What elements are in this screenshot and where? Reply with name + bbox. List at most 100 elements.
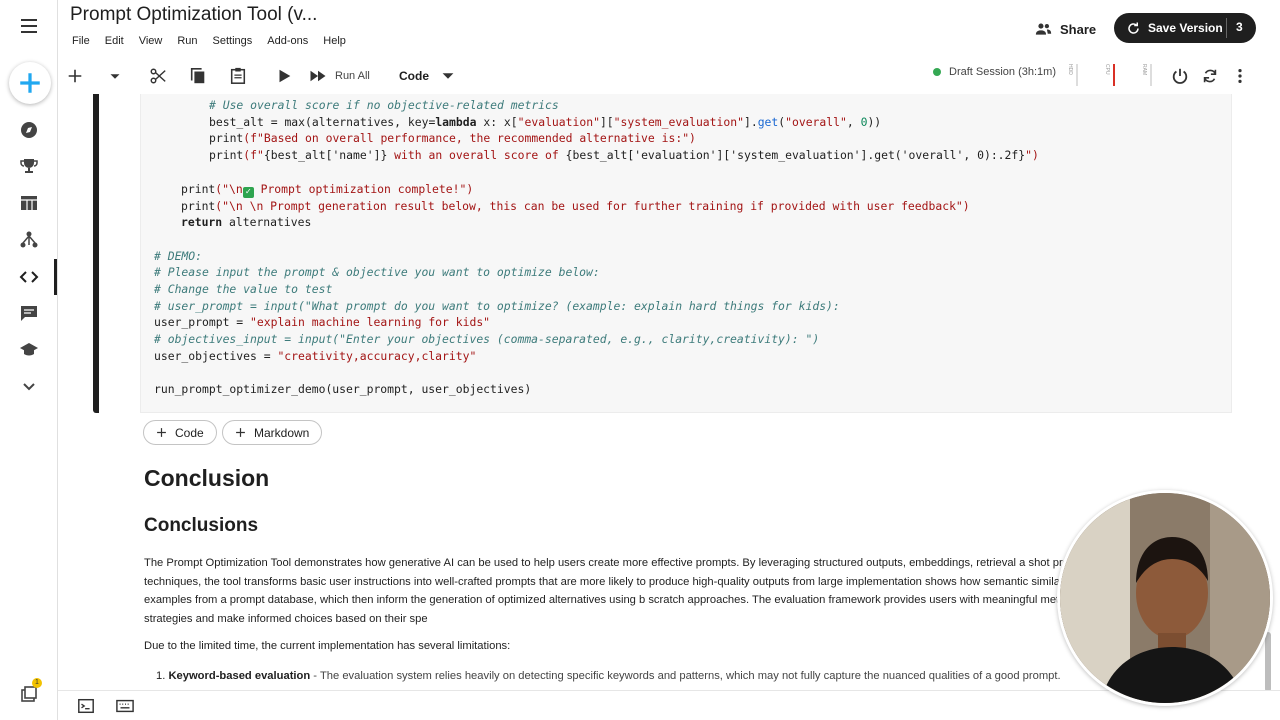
people-icon [1035,23,1052,35]
menu-file[interactable]: File [72,35,90,47]
add-cell-button[interactable] [66,62,84,90]
cut-button[interactable] [149,62,167,90]
add-code-cell-button[interactable]: Code [143,420,217,445]
cell-type-value: Code [399,69,429,83]
list-item-title: Keyword-based evaluation [168,670,311,682]
caret-down-icon [110,74,120,79]
restart-icon [1203,69,1217,83]
power-button[interactable] [1171,62,1189,90]
add-cell-dropdown[interactable] [106,62,124,90]
code-line: best_alt = max(alternatives, key=lambda … [209,114,882,129]
menu-bar: File Edit View Run Settings Add-ons Help [72,35,361,47]
conclusions-subheading: Conclusions [144,515,259,536]
conclusion-heading: Conclusion [144,465,270,491]
notebook-title[interactable]: Prompt Optimization Tool (v... [70,4,317,26]
fast-forward-icon [310,70,326,82]
learn-icon[interactable] [0,332,58,368]
code-line: # Change the value to test [154,282,333,297]
discussion-icon[interactable] [0,295,58,331]
check-emoji-icon: ✓ [242,186,254,198]
webcam-overlay [1057,490,1273,706]
hdd-label: HDD [1067,64,1073,75]
save-version-label: Save Version [1148,21,1223,35]
run-all-label: Run All [335,70,370,82]
code-line: # user_prompt = input("What prompt do yo… [154,298,840,313]
limitations-intro: Due to the limited time, the current imp… [144,640,511,652]
code-line: print(f"{best_alt['name']} with an overa… [209,148,1039,163]
terminal-icon [78,698,94,714]
paste-button[interactable] [229,62,247,90]
plus-icon [236,428,245,437]
menu-run[interactable]: Run [177,35,197,47]
share-label: Share [1060,21,1097,37]
divider [1226,18,1227,38]
keyboard-shortcuts-button[interactable] [116,697,134,720]
save-version-button[interactable]: Save Version 3 [1114,13,1256,43]
run-cell-button[interactable] [275,62,293,90]
session-status-label: Draft Session (3h:1m) [949,66,1056,78]
chevron-down-icon[interactable] [0,368,58,404]
cpu-label: CPU [1104,64,1110,75]
code-editor[interactable]: # Use overall score if no objective-rela… [154,97,1039,398]
hamburger-menu-icon[interactable] [0,8,58,44]
code-line: user_objectives = "creativity,accuracy,c… [154,348,477,363]
clipboard-icon [230,67,246,84]
scissors-icon [150,68,166,84]
restart-button[interactable] [1201,62,1219,90]
code-line: # objectives_input = input("Enter your o… [154,332,820,347]
code-icon[interactable] [0,259,58,295]
plus-icon [157,428,166,437]
hdd-meter[interactable]: HDD [1065,64,1078,88]
keyboard-icon [116,699,134,713]
add-code-label: Code [175,425,204,440]
code-line: # DEMO: [154,248,203,263]
table-icon[interactable] [0,185,58,221]
caret-down-icon [442,73,454,79]
console-button[interactable] [77,697,95,720]
menu-edit[interactable]: Edit [105,35,124,47]
power-icon [1172,68,1188,84]
copy-icon [190,67,205,84]
cpu-meter[interactable]: CPU [1102,64,1115,88]
run-all-button[interactable]: Run All [309,62,370,90]
left-rail: 1 [0,0,58,720]
bottom-bar [58,690,1280,720]
menu-settings[interactable]: Settings [213,35,253,47]
plus-icon [20,73,40,93]
code-line: print(f"Based on overall performance, th… [209,131,696,146]
code-line: print("\n \n Prompt generation result be… [181,198,970,213]
ram-label: RAM [1141,64,1147,76]
active-cell-indicator [93,94,99,413]
menu-view[interactable]: View [139,35,163,47]
session-status-dot [933,68,941,76]
menu-addons[interactable]: Add-ons [267,35,308,47]
models-icon[interactable] [0,222,58,258]
more-options-button[interactable] [1231,62,1249,90]
add-markdown-label: Markdown [254,425,310,440]
add-markdown-cell-button[interactable]: Markdown [222,420,323,445]
list-number: 1. [156,670,166,682]
notifications-icon[interactable]: 1 [0,676,58,712]
active-indicator [54,259,57,295]
refresh-icon [1128,22,1139,34]
code-line: # Please input the prompt & objective yo… [154,265,600,280]
plus-icon [68,69,82,83]
more-vert-icon [1238,68,1242,84]
code-line: return alternatives [181,215,312,230]
share-button[interactable]: Share [1035,16,1096,42]
code-line: run_prompt_optimizer_demo(user_prompt, u… [154,382,532,397]
version-count: 3 [1236,20,1243,34]
notification-badge: 1 [32,678,42,688]
menu-help[interactable]: Help [323,35,346,47]
ram-meter[interactable]: RAM [1139,64,1152,88]
scrollbar-thumb[interactable] [1265,632,1271,692]
code-line: # Use overall score if no objective-rela… [209,98,559,112]
session-status[interactable]: Draft Session (3h:1m) [933,66,1056,78]
list-item-text: - The evaluation system relies heavily o… [310,670,1061,682]
trophy-icon[interactable] [0,148,58,184]
add-fab-button[interactable] [9,62,51,104]
copy-button[interactable] [189,62,207,90]
compass-icon[interactable] [0,112,58,148]
cell-type-select[interactable]: Code [399,62,457,90]
code-line: print("\n ✓ Prompt optimization complete!… [181,181,474,198]
